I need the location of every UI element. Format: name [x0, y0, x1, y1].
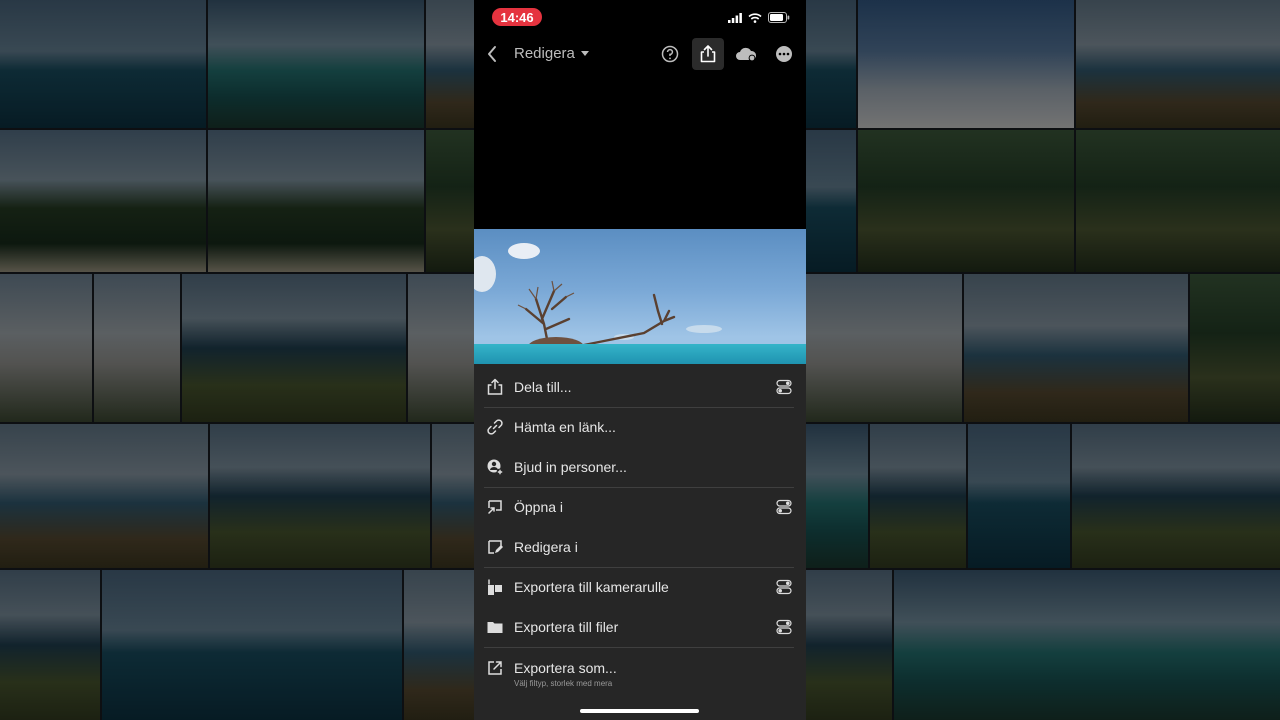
folder-icon — [487, 622, 503, 633]
menu-label: Exportera till kamerarulle — [514, 579, 669, 595]
more-icon — [776, 46, 792, 62]
share-to-icon — [487, 378, 503, 395]
top-actions — [654, 38, 800, 70]
menu-item-get-link[interactable]: Hämta en länk... — [474, 407, 806, 447]
status-bar: 14:46 — [474, 0, 806, 34]
menu-item-export-files[interactable]: Exportera till filer — [474, 607, 806, 647]
bg-photo — [426, 130, 474, 272]
home-indicator — [580, 709, 699, 713]
top-bar: Redigera — [474, 36, 806, 72]
menu-item-invite-people[interactable]: Bjud in personer... — [474, 447, 806, 487]
settings-toggle-icon[interactable] — [776, 619, 792, 635]
bg-photo — [0, 570, 100, 720]
edit-dropdown[interactable]: Redigera — [514, 45, 589, 62]
bg-photo — [426, 0, 474, 128]
cloud-icon — [736, 47, 757, 62]
wifi-icon — [748, 12, 762, 23]
bg-photo — [858, 130, 1074, 272]
bg-photo — [404, 570, 474, 720]
menu-label: Hämta en länk... — [514, 419, 616, 435]
bg-photo — [0, 274, 92, 422]
link-icon — [487, 419, 503, 435]
settings-toggle-icon[interactable] — [776, 379, 792, 395]
bg-photo — [806, 130, 856, 272]
menu-item-export-camera-roll[interactable]: Exportera till kamerarulle — [474, 567, 806, 607]
bg-photo — [894, 570, 1280, 720]
bg-photo — [806, 274, 962, 422]
status-time: 14:46 — [492, 8, 542, 26]
bg-photo — [208, 0, 424, 128]
bg-photo — [806, 570, 892, 720]
battery-icon — [768, 12, 790, 23]
back-chevron-icon[interactable] — [484, 44, 500, 64]
share-icon — [700, 45, 716, 63]
menu-label: Bjud in personer... — [514, 459, 627, 475]
bg-photo — [1076, 130, 1280, 272]
bg-photo — [806, 424, 868, 568]
invite-person-icon — [487, 459, 504, 476]
settings-toggle-icon[interactable] — [776, 579, 792, 595]
export-as-subtitle: Välj filtyp, storlek med mera — [514, 679, 613, 688]
bg-photo — [806, 0, 856, 128]
menu-item-edit-in[interactable]: Redigera i — [474, 527, 806, 567]
share-action-sheet: Dela till... Hämta en länk... Bjud in pe… — [474, 364, 806, 720]
bg-photo — [432, 424, 474, 568]
cloud-sync-button[interactable] — [730, 38, 762, 70]
menu-label: Dela till... — [514, 379, 572, 395]
menu-label: Redigera i — [514, 539, 578, 555]
menu-label: Exportera till filer — [514, 619, 619, 635]
bg-photo — [964, 274, 1188, 422]
menu-label: Öppna i — [514, 499, 564, 515]
bg-photo — [0, 130, 206, 272]
bg-photo — [1076, 0, 1280, 128]
export-as-icon — [488, 661, 502, 675]
edit-in-icon — [488, 540, 503, 554]
signal-icon — [728, 12, 742, 23]
menu-label: Exportera som... — [514, 660, 617, 676]
bg-photo — [0, 0, 206, 128]
bg-photo — [968, 424, 1070, 568]
camera-roll-icon — [488, 579, 502, 595]
settings-toggle-icon[interactable] — [776, 499, 792, 515]
bg-photo — [210, 424, 430, 568]
menu-item-open-in[interactable]: Öppna i — [474, 487, 806, 527]
menu-item-share-to[interactable]: Dela till... — [474, 367, 806, 407]
photo-preview — [474, 229, 806, 364]
share-button[interactable] — [692, 38, 724, 70]
bg-photo — [182, 274, 406, 422]
bg-photo — [408, 274, 474, 422]
help-icon — [661, 45, 679, 63]
bg-photo — [858, 0, 1074, 128]
sea-band — [474, 344, 806, 364]
bg-photo — [1072, 424, 1280, 568]
bg-photo — [208, 130, 424, 272]
help-button[interactable] — [654, 38, 686, 70]
bg-photo — [102, 570, 402, 720]
bg-photo — [1190, 274, 1280, 422]
phone-screen: 14:46 Redigera Dela till... Hämta en län… — [474, 0, 806, 720]
status-icons — [728, 12, 790, 23]
bg-photo — [94, 274, 180, 422]
caret-down-icon — [580, 50, 589, 56]
open-in-icon — [488, 500, 502, 514]
bg-photo — [0, 424, 208, 568]
page-title: Redigera — [514, 45, 575, 62]
bg-photo — [870, 424, 966, 568]
more-button[interactable] — [768, 38, 800, 70]
